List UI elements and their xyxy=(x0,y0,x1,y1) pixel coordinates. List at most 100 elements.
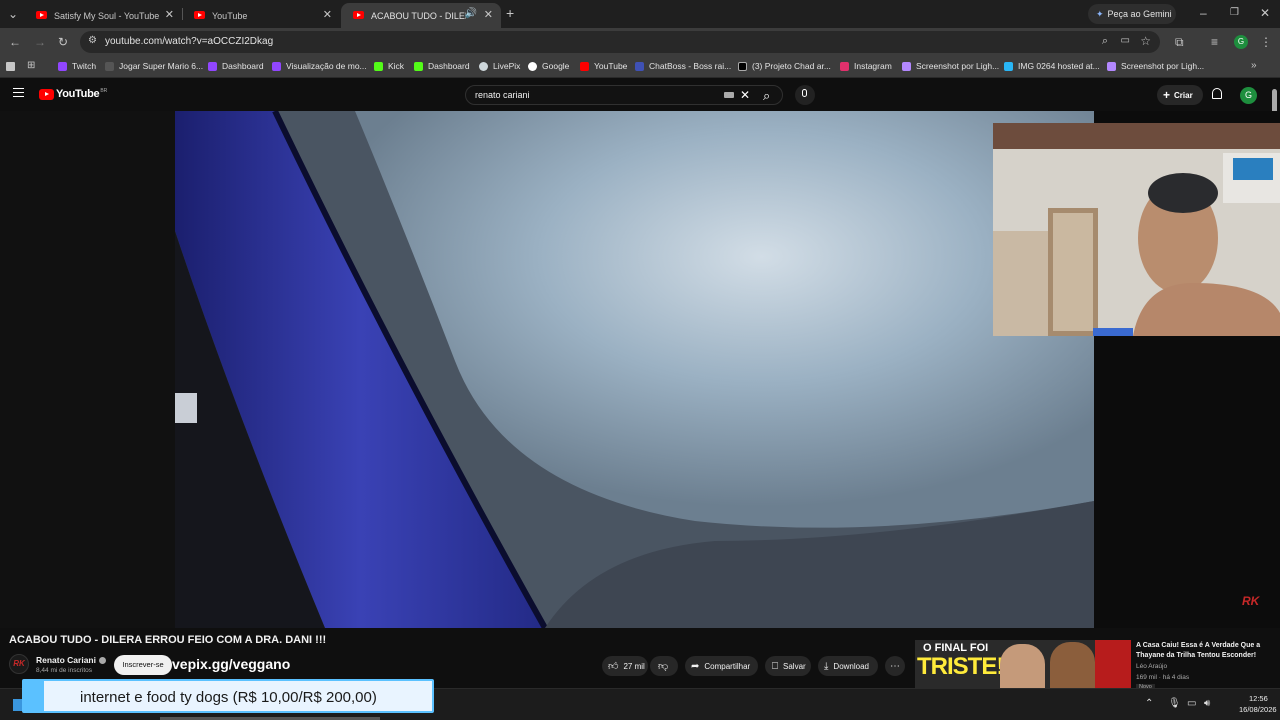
bookmark-label: Visualização de mo... xyxy=(286,61,367,71)
channel-watermark-logo: RK xyxy=(1242,594,1260,608)
bookmark-dashboard-kick[interactable]: Dashboard xyxy=(414,61,470,71)
clock-date[interactable]: 16/08/2026 xyxy=(1239,705,1277,714)
bookmark-screenshot-1[interactable]: Screenshot por Ligh... xyxy=(902,61,999,71)
bookmark-twitch[interactable]: Twitch xyxy=(58,61,96,71)
search-input[interactable]: renato cariani ✕ ⌕ xyxy=(465,85,783,105)
bookmark-chatboss[interactable]: ChatBoss - Boss rai... xyxy=(635,61,731,71)
gemini-label: Peça ao Gemini xyxy=(1107,9,1172,19)
new-tab-icon[interactable]: + xyxy=(506,6,514,20)
tab-satisfy-my-soul[interactable]: Satisfy My Soul - YouTube ✕ xyxy=(24,3,182,28)
network-icon[interactable]: ▭ xyxy=(1187,698,1196,709)
bookmark-youtube[interactable]: YouTube xyxy=(580,61,627,71)
video-player[interactable]: RK xyxy=(175,111,1094,628)
notifications-bell-icon[interactable] xyxy=(1212,88,1222,99)
channel-avatar[interactable]: RK xyxy=(9,654,29,674)
download-label: Download xyxy=(833,661,869,671)
share-button[interactable]: ➦ Compartilhar xyxy=(685,656,758,676)
bookmark-projeto-chad[interactable]: (3) Projeto Chad ar... xyxy=(738,61,831,71)
restore-window-icon[interactable]: ❐ xyxy=(1230,7,1239,19)
address-bar[interactable]: ⚙ youtube.com/watch?v=aOCCZI2Dkag ⌕ ▭ ☆ xyxy=(80,31,1160,53)
livepix-icon xyxy=(479,61,488,71)
plus-icon: + xyxy=(1163,88,1171,102)
minimize-window-icon[interactable]: – xyxy=(1200,7,1207,19)
extensions-icon[interactable]: ⧉ xyxy=(1175,36,1184,48)
save-label: Salvar xyxy=(783,661,806,671)
bookmark-star-icon[interactable]: ☆ xyxy=(1140,34,1151,48)
game-icon xyxy=(105,61,114,71)
bookmarks-bar: ⊞ Twitch Jogar Super Mario 6... Dashboar… xyxy=(0,56,1280,78)
twitch-icon xyxy=(58,61,67,71)
livepix-url-overlay: vepix.gg/veggano xyxy=(172,656,291,672)
forward-arrow-icon[interactable]: → xyxy=(34,36,46,48)
tab-search-chevron-icon[interactable]: ⌄ xyxy=(8,8,18,20)
close-tab-icon[interactable]: ✕ xyxy=(484,8,493,21)
recommended-channel[interactable]: Léo Araújo xyxy=(1136,663,1167,670)
gemini-button[interactable]: ✦ Peça ao Gemini xyxy=(1088,4,1176,24)
site-info-icon[interactable]: ⚙ xyxy=(88,35,97,46)
more-bookmarks-icon[interactable]: » xyxy=(1251,60,1257,71)
subscribe-button[interactable]: Inscrever-se xyxy=(114,655,172,675)
bookmark-label: Jogar Super Mario 6... xyxy=(119,61,204,71)
microphone-tray-icon[interactable]: 🎙︎ xyxy=(1168,698,1181,709)
create-button[interactable]: + Criar xyxy=(1157,85,1203,105)
bookmark-instagram[interactable]: Instagram xyxy=(840,61,892,71)
bookmark-livepix[interactable]: LivePix xyxy=(479,61,520,71)
close-tab-icon[interactable]: ✕ xyxy=(165,8,174,21)
lightshot-icon xyxy=(902,61,911,71)
channel-name-text: Renato Cariani xyxy=(36,655,96,665)
youtube-favicon-icon xyxy=(36,11,47,19)
clear-search-icon[interactable]: ✕ xyxy=(740,88,750,102)
browser-menu-icon[interactable]: ⋮ xyxy=(1260,36,1272,48)
google-icon xyxy=(528,61,537,71)
youtube-play-icon xyxy=(39,88,54,100)
recommended-thumbnail[interactable]: O FINAL FOI TRISTE! xyxy=(915,640,1131,688)
like-button[interactable]: 👍︎ 27 mil xyxy=(602,656,648,676)
dislike-button[interactable]: 👎︎ xyxy=(650,656,678,676)
hamburger-menu-icon[interactable] xyxy=(13,88,24,97)
more-actions-button[interactable]: ⋯ xyxy=(885,656,905,676)
apps-grid-icon[interactable] xyxy=(6,62,15,71)
clock-time[interactable]: 12:56 xyxy=(1249,694,1268,703)
voice-search-button[interactable] xyxy=(795,85,815,105)
reload-icon[interactable]: ↻ xyxy=(58,36,68,48)
bookmark-dashboard-twitch[interactable]: Dashboard xyxy=(208,61,264,71)
bookmark-screenshot-2[interactable]: Screenshot por Ligh... xyxy=(1107,61,1204,71)
country-code: BR xyxy=(100,88,108,94)
webcam-image xyxy=(993,123,1280,336)
bookmark-super-mario[interactable]: Jogar Super Mario 6... xyxy=(105,61,203,71)
bookmark-img-0264[interactable]: IMG 0264 hosted at... xyxy=(1004,61,1100,71)
apps-launcher-icon[interactable]: ⊞ xyxy=(27,60,35,71)
account-avatar[interactable]: G xyxy=(1240,87,1257,104)
recommended-video-card[interactable]: O FINAL FOI TRISTE! A Casa Caiu! Essa é … xyxy=(915,640,1270,690)
reading-list-icon[interactable]: ≡ xyxy=(1211,36,1218,48)
recommended-title[interactable]: A Casa Caiu! Essa é A Verdade Que a Thay… xyxy=(1136,641,1266,661)
bookmark-label: Kick xyxy=(388,61,405,71)
zoom-icon[interactable]: ⌕ xyxy=(1102,35,1108,48)
audio-playing-icon[interactable]: 🔊 xyxy=(465,8,477,19)
donation-goal-text: internet e food ty dogs (R$ 10,00/R$ 200… xyxy=(80,689,377,706)
tab-active-video[interactable]: ACABOU TUDO - DILERA E 🔊 ✕ xyxy=(341,3,501,28)
keyboard-icon[interactable] xyxy=(724,92,734,98)
bookmark-google[interactable]: Google xyxy=(528,61,569,71)
volume-icon[interactable]: 🔊︎ xyxy=(1204,698,1210,709)
bookmark-kick[interactable]: Kick xyxy=(374,61,404,71)
tab-youtube[interactable]: YouTube ✕ xyxy=(182,3,340,28)
video-frame-image xyxy=(175,111,1094,628)
search-query: renato cariani xyxy=(475,90,530,100)
thumb-red-sign xyxy=(1095,640,1131,688)
cast-icon[interactable]: ▭ xyxy=(1121,35,1130,46)
youtube-masthead: YouTube BR renato cariani ✕ ⌕ + Criar G xyxy=(0,79,1280,119)
channel-name[interactable]: Renato Cariani xyxy=(36,655,106,665)
youtube-logo[interactable]: YouTube BR xyxy=(39,88,107,100)
bookmark-visualizacao[interactable]: Visualização de mo... xyxy=(272,61,367,71)
close-tab-icon[interactable]: ✕ xyxy=(323,8,332,21)
back-arrow-icon[interactable]: ← xyxy=(9,36,21,48)
streamer-webcam-overlay xyxy=(993,123,1280,336)
save-button[interactable]: ⎕ Salvar xyxy=(765,656,811,676)
thumb-person-1 xyxy=(1000,644,1045,688)
profile-avatar[interactable]: G xyxy=(1234,35,1248,49)
close-window-icon[interactable]: ✕ xyxy=(1260,7,1270,19)
download-button[interactable]: ⤓ Download xyxy=(818,656,878,676)
search-icon[interactable]: ⌕ xyxy=(763,88,770,104)
system-tray-chevron-icon[interactable]: ⌃ xyxy=(1145,698,1153,709)
